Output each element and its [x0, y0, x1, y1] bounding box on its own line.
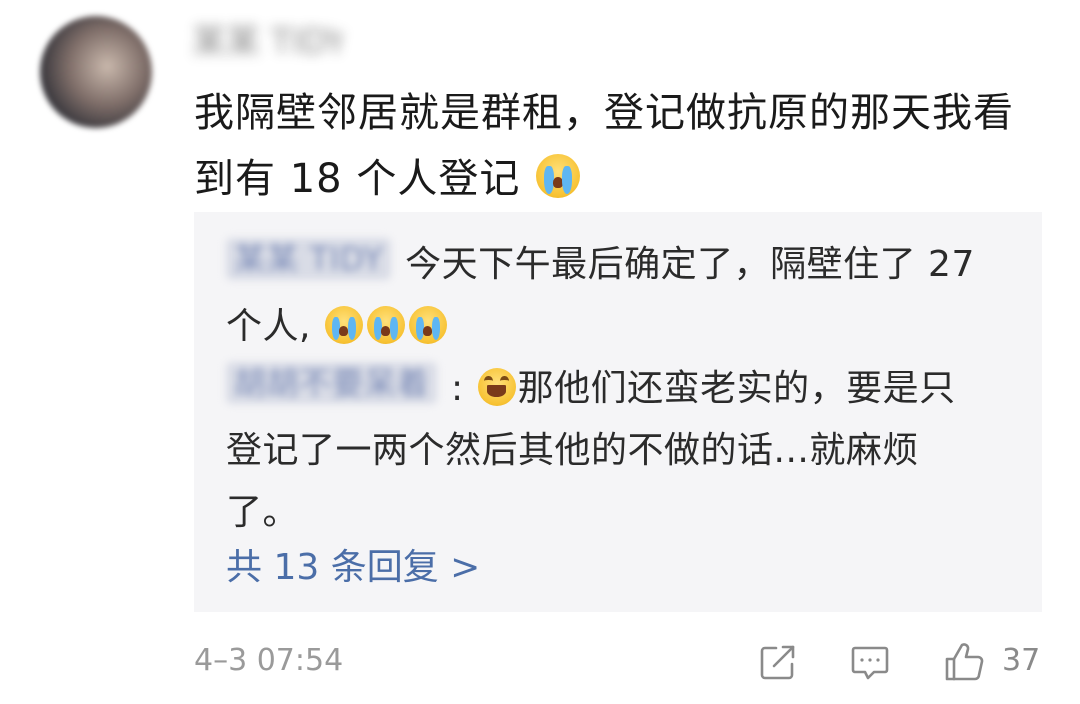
reply-text-line1: 今天下午最后确定了，隔壁住了 27 [405, 244, 975, 285]
like-thumbs-up-icon[interactable] [942, 640, 986, 684]
reply-item: 某某 TIDY 今天下午最后确定了，隔壁住了 27 个人, [226, 234, 1016, 358]
share-icon[interactable] [756, 640, 800, 684]
reply-text-line3: 了。 [226, 492, 300, 533]
comment-text-line1: 我隔壁邻居就是群租，登记做抗原的那天我看 [194, 90, 1014, 136]
timestamp: 4–3 07:54 [194, 643, 344, 678]
avatar[interactable] [40, 16, 152, 128]
view-more-replies-link[interactable]: 共 13 条回复 > [226, 546, 480, 590]
reply-author[interactable]: 某某 TIDY [226, 238, 392, 280]
crying-face-icon [536, 154, 581, 198]
comment-text-line2: 到有 18 个人登记 [194, 156, 521, 202]
crying-face-icon [408, 306, 447, 344]
comment-text-line2-wrap: 到有 18 个人登记 [194, 146, 1054, 212]
laughing-crying-face-icon [477, 368, 516, 406]
reply-preview-box[interactable]: 某某 TIDY 今天下午最后确定了，隔壁住了 27 个人, 胡胡不要呆着: 那他们… [194, 212, 1042, 612]
reply-text-line1: 那他们还蛮老实的，要是只 [517, 368, 956, 409]
crying-face-icon [366, 306, 405, 344]
reply-separator: : [451, 368, 464, 409]
comment-footer: 4–3 07:54 37 [194, 636, 1042, 686]
comment-icon[interactable] [848, 640, 892, 684]
reply-line1: 胡胡不要呆着: 那他们还蛮老实的，要是只 [226, 358, 1016, 420]
reply-author[interactable]: 胡胡不要呆着 [226, 362, 438, 404]
like-count: 37 [1002, 643, 1041, 678]
reply-line2: 个人, [226, 296, 1016, 358]
reply-line1: 某某 TIDY 今天下午最后确定了，隔壁住了 27 [226, 234, 1016, 296]
crying-face-icon [324, 306, 363, 344]
reply-text-line2: 个人, [226, 306, 311, 347]
reply-text-line2: 登记了一两个然后其他的不做的话...就麻烦 [226, 430, 919, 471]
username[interactable]: 某某 TIDY [192, 22, 342, 62]
comment-body: 我隔壁邻居就是群租，登记做抗原的那天我看 到有 18 个人登记 [194, 80, 1054, 212]
reply-item: 胡胡不要呆着: 那他们还蛮老实的，要是只 登记了一两个然后其他的不做的话...就… [226, 358, 1016, 544]
